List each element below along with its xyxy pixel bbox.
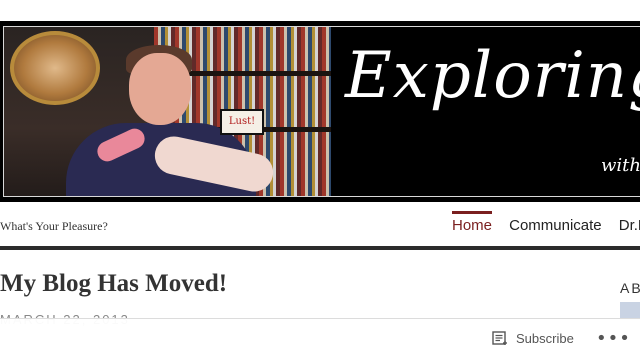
more-options-button[interactable]: ••• [596,328,631,349]
sidebar-heading: AB [620,280,640,296]
post-title[interactable]: My Blog Has Moved! [0,270,227,298]
main-navigation: Home Communicate Dr.F [452,208,640,234]
subscribe-label: Subscribe [516,330,574,346]
nav-item-dr[interactable]: Dr.F [619,208,640,234]
subscribe-button[interactable]: Subscribe [492,330,574,346]
header-photo: Lust! [4,27,331,196]
header-banner[interactable]: Lust! Exploring with [0,21,640,202]
header-divider [0,246,640,250]
blog-subtitle: with [601,155,640,176]
shelf-sign: Lust! [220,109,264,135]
blog-title-area: Exploring with [331,27,640,196]
nav-item-home[interactable]: Home [452,208,493,234]
blog-title[interactable]: Exploring [345,39,640,113]
site-tagline: What's Your Pleasure? [0,219,108,233]
person-head [129,53,191,125]
framed-painting [10,31,100,105]
action-bar: Subscribe ••• [0,318,640,361]
nav-item-communicate[interactable]: Communicate [509,208,602,234]
reader-icon [492,331,507,345]
